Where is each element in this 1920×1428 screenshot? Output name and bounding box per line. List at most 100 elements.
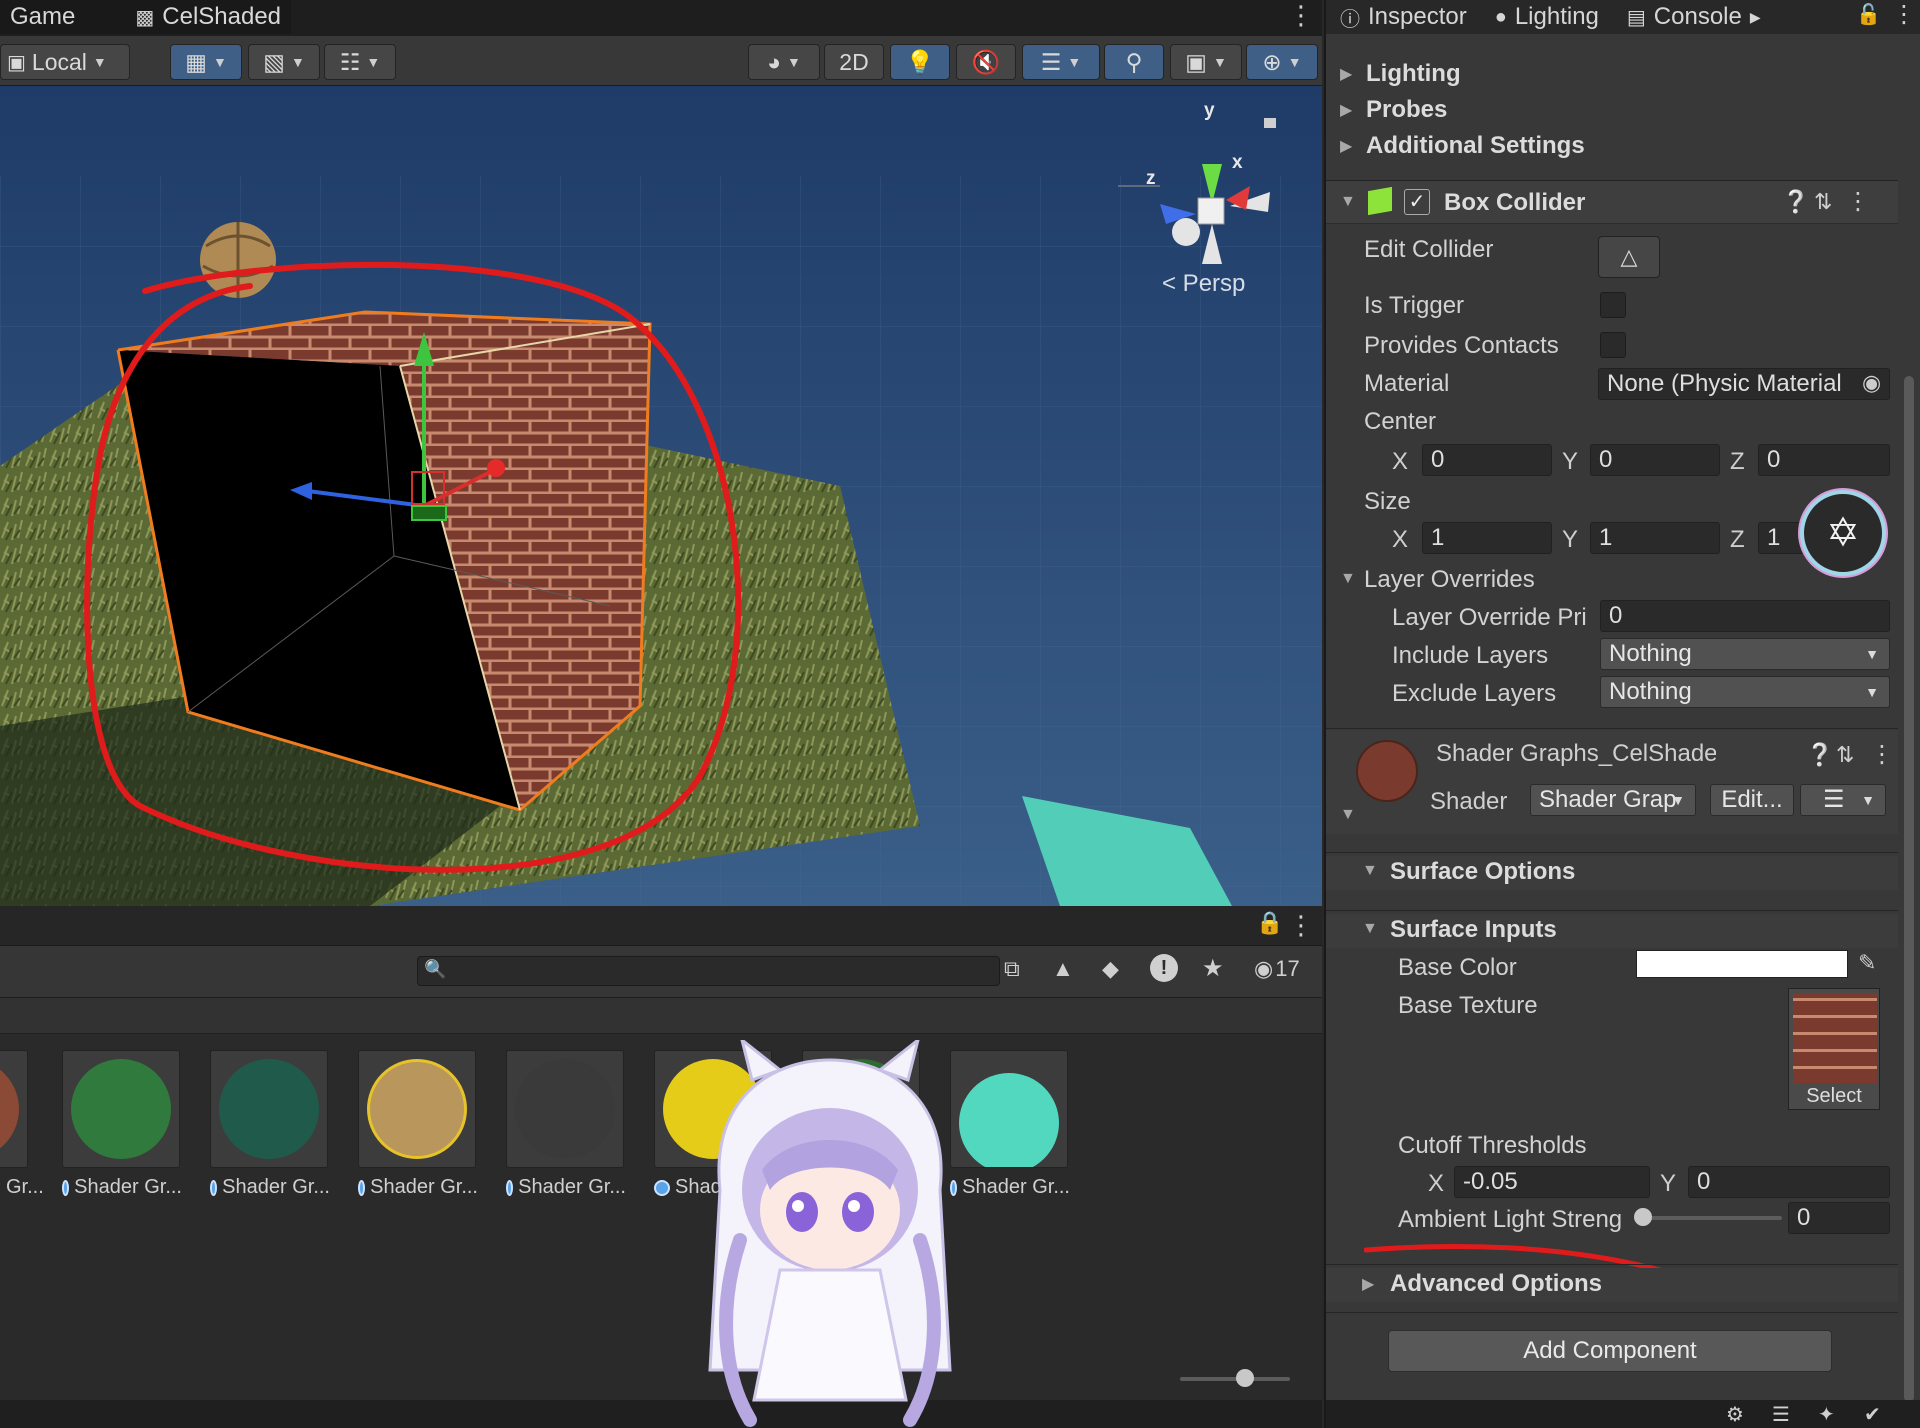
filter-label-icon[interactable]: ◆ (1102, 956, 1119, 982)
box-collider-enabled-checkbox[interactable]: ✓ (1404, 189, 1430, 215)
center-z-value: 0 (1767, 446, 1781, 473)
scene-visibility-button[interactable]: ⚲ (1104, 44, 1164, 80)
projection-toggle[interactable]: < Persp (1162, 270, 1245, 298)
add-component-button[interactable]: Add Component (1388, 1330, 1832, 1372)
tab-game[interactable]: Game (0, 0, 85, 34)
texture-select-button[interactable]: Select (1789, 1085, 1879, 1108)
layers-icon[interactable]: ☰ (1772, 1402, 1790, 1427)
layer-override-priority-field[interactable]: 0 (1600, 600, 1890, 632)
advanced-options-foldout[interactable]: ▶ Advanced Options (1326, 1268, 1898, 1302)
help-icon[interactable]: ❔ (1782, 189, 1809, 215)
chevron-down-icon: ▼ (290, 54, 305, 70)
asset-item[interactable]: Gr... (0, 1050, 44, 1199)
grid-visibility-button[interactable]: ▧ ▼ (248, 44, 320, 80)
camera-settings-button[interactable]: ▣ ▼ (1170, 44, 1242, 80)
asset-item[interactable]: Shader Gr... (506, 1050, 626, 1199)
presets-icon[interactable]: ⇅ (1814, 189, 1832, 215)
presets-icon[interactable]: ⇅ (1836, 742, 1854, 768)
is-trigger-checkbox[interactable] (1600, 292, 1626, 318)
size-x-field[interactable]: 1 (1422, 522, 1552, 554)
gizmo-x-label: x (1232, 152, 1243, 173)
shader-label: Shader (1430, 788, 1508, 815)
thumbnail-size-slider[interactable] (1180, 1377, 1290, 1381)
tab-inspector[interactable]: ⓘ Inspector (1326, 0, 1481, 34)
inspector-kebab-icon[interactable]: ⋮ (1892, 0, 1916, 29)
surface-options-foldout[interactable]: ▼ Surface Options (1326, 856, 1898, 890)
scene-kebab-icon[interactable]: ⋮ (1288, 2, 1314, 28)
cutoff-x-field[interactable]: -0.05 (1454, 1166, 1650, 1198)
material-header[interactable]: Shader Graphs_CelShaded (M ❔ ⇅ ⋮ Shader … (1326, 730, 1898, 834)
base-color-swatch[interactable] (1636, 950, 1848, 978)
box-collider-header[interactable]: ▼ ✓ Box Collider ❔ ⇅ ⋮ (1326, 180, 1898, 224)
favorite-star-icon[interactable]: ★ (1202, 954, 1224, 983)
ambient-slider-handle[interactable] (1634, 1208, 1652, 1226)
help-icon[interactable]: ❔ (1806, 742, 1833, 768)
scrollbar-thumb[interactable] (1904, 376, 1914, 1402)
draw-mode-button[interactable]: ◕ ▼ (748, 44, 820, 80)
bug-icon[interactable]: ⚙ (1726, 1402, 1744, 1427)
center-y-value: 0 (1599, 446, 1613, 473)
shader-dropdown[interactable]: Shader Grap ▼ (1530, 784, 1696, 816)
center-y-field[interactable]: 0 (1590, 444, 1720, 476)
center-x-label: X (1392, 448, 1409, 475)
cutoff-y-field[interactable]: 0 (1688, 1166, 1890, 1198)
tab-scene[interactable]: ▩ CelShaded (125, 0, 291, 34)
surface-inputs-foldout[interactable]: ▼ Surface Inputs (1326, 914, 1898, 948)
exclude-layers-dropdown[interactable]: Nothing ▼ (1600, 676, 1890, 708)
network-icon[interactable]: ✦ (1818, 1402, 1835, 1427)
gizmos-button[interactable]: ⊕ ▼ (1246, 44, 1318, 80)
ambient-light-slider[interactable] (1642, 1216, 1782, 1220)
size-x-label: X (1392, 526, 1409, 553)
material-preview (219, 1059, 319, 1159)
component-kebab-icon[interactable]: ⋮ (1846, 187, 1870, 216)
brick-texture-preview (1793, 993, 1877, 1083)
include-layers-dropdown[interactable]: Nothing ▼ (1600, 638, 1890, 670)
center-x-field[interactable]: 0 (1422, 444, 1552, 476)
scene-render (0, 86, 1322, 906)
eyedropper-icon[interactable]: ✎ (1858, 950, 1876, 976)
check-circle-icon[interactable]: ✔ (1864, 1402, 1881, 1427)
object-picker-icon[interactable]: ◉ (1862, 370, 1881, 396)
scene-viewport[interactable]: y x z < Persp (0, 86, 1322, 906)
gizmo-y-label: y (1204, 100, 1215, 121)
increment-snap-button[interactable]: ☷ ▼ (324, 44, 396, 80)
provides-contacts-checkbox[interactable] (1600, 332, 1626, 358)
physic-material-field[interactable]: None (Physic Material (1598, 368, 1890, 400)
slider-handle[interactable] (1236, 1369, 1254, 1387)
eye-slash-icon: ⚲ (1125, 48, 1143, 75)
ambient-light-field[interactable]: 0 (1788, 1202, 1890, 1234)
audio-toggle-button[interactable]: 🔇 (956, 44, 1016, 80)
asset-item[interactable]: Shader Gr... (210, 1050, 330, 1199)
lock-icon[interactable]: 🔒 (1256, 912, 1283, 934)
lighting-toggle-button[interactable]: 💡 (890, 44, 950, 80)
asset-item[interactable]: Shader Gr... (358, 1050, 478, 1199)
effects-toggle-button[interactable]: ☰ ▼ (1022, 44, 1100, 80)
list-icon: ☰ (1823, 786, 1845, 813)
material-options-button[interactable]: ☰ ▼ (1800, 784, 1886, 816)
log-types-icon[interactable]: ! (1150, 954, 1178, 982)
toggle-2d-button[interactable]: 2D (824, 44, 884, 80)
lighting-foldout-label: Lighting (1366, 60, 1461, 87)
tab-console[interactable]: ▤ Console ▶ (1613, 0, 1775, 34)
lock-icon[interactable]: 🔓 (1856, 2, 1881, 27)
material-kebab-icon[interactable]: ⋮ (1870, 740, 1894, 769)
search-input[interactable]: 🔍 (417, 956, 1000, 986)
save-search-icon[interactable]: ⧉ (1004, 956, 1020, 982)
pivot-rotation-dropdown[interactable]: ▣ Local ▼ (0, 44, 130, 80)
filter-type-icon[interactable]: ▲ (1052, 956, 1074, 982)
hidden-packages-toggle[interactable]: ◉ 17 (1254, 956, 1300, 982)
shader-graph-icon (654, 1179, 670, 1196)
lightbulb-icon: 💡 (905, 48, 935, 75)
edit-collider-button[interactable]: △ (1598, 236, 1660, 278)
grid-snap-button[interactable]: ▦ ▼ (170, 44, 242, 80)
asset-item[interactable]: Shader Gr... (62, 1050, 182, 1199)
inspector-status-bar: ⚙ ☰ ✦ ✔ (1326, 1400, 1920, 1428)
size-y-field[interactable]: 1 (1590, 522, 1720, 554)
center-z-field[interactable]: 0 (1758, 444, 1890, 476)
base-texture-slot[interactable]: Select (1788, 988, 1880, 1110)
info-icon: ⓘ (1340, 8, 1360, 31)
tab-lighting[interactable]: ● Lighting (1481, 0, 1613, 34)
globe-icon: ◕ (767, 48, 782, 75)
project-kebab-icon[interactable]: ⋮ (1288, 912, 1314, 938)
edit-shader-button[interactable]: Edit... (1710, 784, 1794, 816)
